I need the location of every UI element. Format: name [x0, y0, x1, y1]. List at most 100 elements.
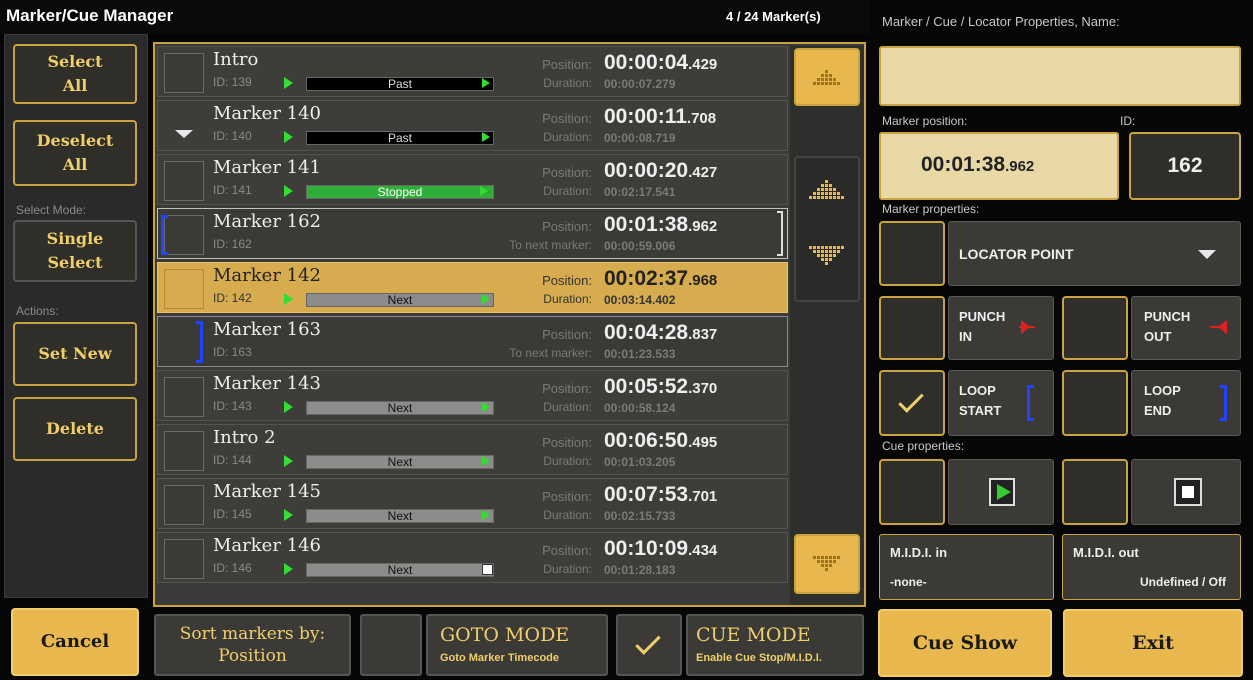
- goto-mode-subtitle: Goto Marker Timecode: [440, 652, 559, 664]
- cue-stop-checkbox[interactable]: [1062, 459, 1128, 525]
- position-ms: .708: [686, 110, 717, 127]
- midi-in-button[interactable]: M.I.D.I. in -none-: [879, 534, 1054, 600]
- marker-row-145[interactable]: Marker 145 ID: 145 Next Position: Durati…: [157, 478, 788, 529]
- punch-in-label-1: PUNCH: [959, 309, 1006, 324]
- name-input[interactable]: [879, 46, 1241, 106]
- position-ms: .427: [688, 164, 718, 181]
- play-icon: [482, 510, 490, 520]
- marker-row-162[interactable]: Marker 162 ID: 162 Position: To next mar…: [157, 208, 788, 259]
- scroll-column: [790, 46, 864, 605]
- marker-row-140[interactable]: Marker 140 ID: 140 Past Position: Durati…: [157, 100, 788, 151]
- midi-out-button[interactable]: M.I.D.I. out Undefined / Off: [1062, 534, 1241, 600]
- scroll-to-bottom-button[interactable]: [794, 534, 860, 594]
- cue-show-button[interactable]: Cue Show: [878, 609, 1052, 677]
- cue-mode-checkbox[interactable]: [616, 614, 682, 676]
- row-select-box[interactable]: [164, 161, 204, 201]
- position-value: 00:06:50.495: [604, 429, 717, 453]
- duration-value: 00:02:15.733: [604, 509, 676, 523]
- loop-start-button[interactable]: LOOP START: [948, 370, 1054, 436]
- position-value: 00:04:28.837: [604, 321, 717, 345]
- marker-id-field: 162: [1129, 132, 1241, 200]
- select-all-label-2: All: [62, 76, 88, 95]
- position-value: 00:00:11.708: [604, 105, 716, 129]
- duration-label: Duration:: [543, 184, 592, 198]
- cue-stop-button[interactable]: [1131, 459, 1241, 525]
- row-name: Marker 142: [213, 265, 322, 286]
- cue-play-checkbox[interactable]: [879, 459, 945, 525]
- marker-row-146[interactable]: Marker 146 ID: 146 Next Position: Durati…: [157, 532, 788, 583]
- punch-in-label-2: IN: [959, 329, 972, 344]
- marker-row-139[interactable]: Intro ID: 139 Past Position: Duration: 0…: [157, 46, 788, 97]
- marker-position-field[interactable]: 00:01:38.962: [879, 132, 1119, 200]
- select-all-button[interactable]: Select All: [13, 44, 137, 104]
- play-icon: [284, 455, 293, 467]
- loop-end-checkbox[interactable]: [1062, 370, 1128, 436]
- marker-row-163[interactable]: Marker 163 ID: 163 Position: To next mar…: [157, 316, 788, 367]
- set-new-button[interactable]: Set New: [13, 322, 137, 386]
- cancel-button[interactable]: Cancel: [11, 608, 139, 676]
- punch-out-button[interactable]: PUNCH OUT: [1131, 296, 1241, 360]
- position-label: Position:: [542, 327, 592, 342]
- cue-play-button[interactable]: [948, 459, 1054, 525]
- cue-mode-button[interactable]: CUE MODE Enable Cue Stop/M.I.D.I.: [686, 614, 864, 676]
- play-icon-frame: [989, 478, 1015, 506]
- marker-row-143[interactable]: Marker 143 ID: 143 Next Position: Durati…: [157, 370, 788, 421]
- goto-mode-checkbox[interactable]: [360, 614, 422, 676]
- row-expand-area[interactable]: [164, 107, 204, 147]
- punch-in-button[interactable]: PUNCH IN: [948, 296, 1054, 360]
- goto-mode-button[interactable]: GOTO MODE Goto Marker Timecode: [426, 614, 608, 676]
- scroll-bottom-icon: [813, 556, 840, 571]
- goto-mode-title: GOTO MODE: [440, 624, 570, 646]
- row-select-box[interactable]: [164, 377, 204, 417]
- marker-row-144[interactable]: Intro 2 ID: 144 Next Position: Duration:…: [157, 424, 788, 475]
- row-select-box[interactable]: [164, 485, 204, 525]
- loop-start-bracket-icon: [1027, 385, 1034, 421]
- exit-button[interactable]: Exit: [1063, 609, 1243, 677]
- row-select-box[interactable]: [164, 539, 204, 579]
- row-id: ID: 139: [213, 75, 252, 89]
- duration-value: 00:00:59.006: [604, 239, 676, 253]
- marker-position-label: Marker position:: [882, 114, 968, 128]
- row-select-box[interactable]: [164, 431, 204, 471]
- delete-label: Delete: [46, 419, 104, 438]
- marker-type-dropdown[interactable]: LOCATOR POINT: [948, 221, 1241, 286]
- marker-row-141[interactable]: Marker 141 ID: 141 Stopped Position: Dur…: [157, 154, 788, 205]
- select-all-label-1: Select: [47, 52, 103, 71]
- position-label: Position:: [542, 435, 592, 450]
- loop-end-bracket-icon: [777, 211, 783, 256]
- play-icon: [482, 132, 490, 142]
- row-select-box[interactable]: [164, 53, 204, 93]
- punch-in-checkbox[interactable]: [879, 296, 945, 360]
- position-ms: .370: [688, 380, 718, 397]
- deselect-all-label-2: All: [62, 155, 88, 174]
- marker-type-checkbox[interactable]: [879, 221, 945, 286]
- single-select-button[interactable]: Single Select: [13, 220, 137, 282]
- row-select-box[interactable]: [164, 269, 204, 309]
- sort-markers-button[interactable]: Sort markers by: Position: [154, 614, 351, 676]
- scroll-up-icon[interactable]: [796, 158, 858, 228]
- row-name: Intro 2: [213, 427, 276, 448]
- deselect-all-label-1: Deselect: [36, 131, 114, 150]
- scroll-to-top-button[interactable]: [794, 48, 860, 106]
- punch-out-checkbox[interactable]: [1062, 296, 1128, 360]
- delete-button[interactable]: Delete: [13, 397, 137, 461]
- position-main: 00:00:11: [604, 105, 687, 128]
- checkmark-icon: [635, 629, 661, 655]
- loop-end-bracket-icon: [196, 321, 203, 363]
- loop-end-button[interactable]: LOOP END: [1131, 370, 1241, 436]
- deselect-all-button[interactable]: Deselect All: [13, 120, 137, 186]
- position-value: 00:05:52.370: [604, 375, 717, 399]
- sort-label: Sort markers by:: [179, 624, 326, 644]
- duration-label: Duration:: [543, 76, 592, 90]
- scroll-down-icon[interactable]: [796, 228, 858, 298]
- loop-start-checkbox[interactable]: [879, 370, 945, 436]
- position-main: 00:02:37: [604, 267, 689, 290]
- midi-in-label: M.I.D.I. in: [890, 545, 948, 560]
- marker-row-142[interactable]: Marker 142 ID: 142 Next Position: Durati…: [157, 262, 788, 313]
- row-select-box[interactable]: [164, 215, 204, 255]
- duration-label: Duration:: [543, 562, 592, 576]
- position-main: 00:06:50: [604, 429, 689, 452]
- position-main: 00:00:04: [604, 51, 689, 74]
- actions-label: Actions:: [16, 304, 59, 318]
- position-main: 00:07:53: [604, 483, 689, 506]
